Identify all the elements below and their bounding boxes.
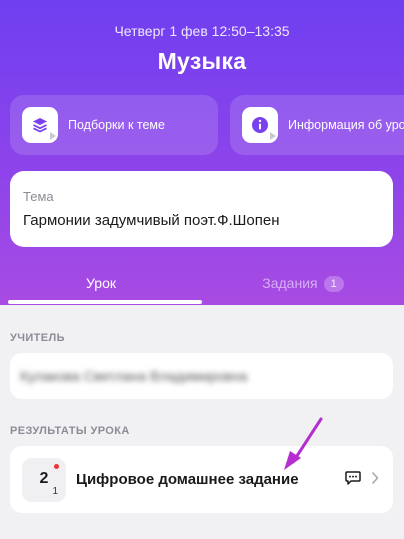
- info-icon: [242, 107, 278, 143]
- tab-label: Задания: [262, 275, 318, 291]
- shortcut-label: Информация об уроке: [288, 118, 404, 132]
- teacher-name-redacted: Кулакова Светлана Владимировна: [20, 368, 248, 384]
- result-name: Цифровое домашнее задание: [76, 471, 299, 488]
- topic-caption: Тема: [23, 189, 54, 204]
- teacher-section-label: УЧИТЕЛЬ: [10, 332, 65, 344]
- lesson-datetime: Четверг 1 фев 12:50–13:35: [114, 23, 290, 39]
- lesson-tabs: Урок Задания 1: [0, 263, 404, 305]
- layers-icon: [22, 107, 58, 143]
- active-tab-indicator: [8, 300, 202, 304]
- shortcut-row: Подборки к теме Информация об уроке: [10, 95, 404, 155]
- grade-value: 2: [39, 470, 49, 487]
- topic-card: Тема Гармонии задумчивый поэт.Ф.Шопен: [10, 171, 393, 247]
- lesson-result-row[interactable]: 2 1 Цифровое домашнее задание: [10, 446, 393, 513]
- tab-lesson[interactable]: Урок: [0, 263, 202, 305]
- tab-label: Урок: [86, 275, 116, 291]
- subject-title: Музыка: [157, 48, 247, 74]
- play-icon: [270, 132, 276, 140]
- shortcut-label: Подборки к теме: [68, 118, 165, 132]
- grade-weight: 1: [52, 486, 58, 497]
- grade-badge: 2 1: [22, 458, 66, 502]
- topic-value: Гармонии задумчивый поэт.Ф.Шопен: [23, 212, 280, 229]
- tasks-count-badge: 1: [323, 276, 344, 292]
- results-section-label: РЕЗУЛЬТАТЫ УРОКА: [10, 425, 130, 437]
- chevron-right-icon: [372, 472, 379, 484]
- shortcut-topic-collections[interactable]: Подборки к теме: [10, 95, 218, 155]
- lesson-header: Четверг 1 фев 12:50–13:35 Музыка Подборк…: [0, 0, 404, 305]
- comment-icon[interactable]: [345, 471, 361, 485]
- teacher-card[interactable]: Кулакова Светлана Владимировна: [10, 353, 393, 399]
- tab-tasks[interactable]: Задания 1: [202, 263, 404, 305]
- shortcut-lesson-info[interactable]: Информация об уроке: [230, 95, 404, 155]
- play-icon: [50, 132, 56, 140]
- unread-dot: [54, 464, 59, 469]
